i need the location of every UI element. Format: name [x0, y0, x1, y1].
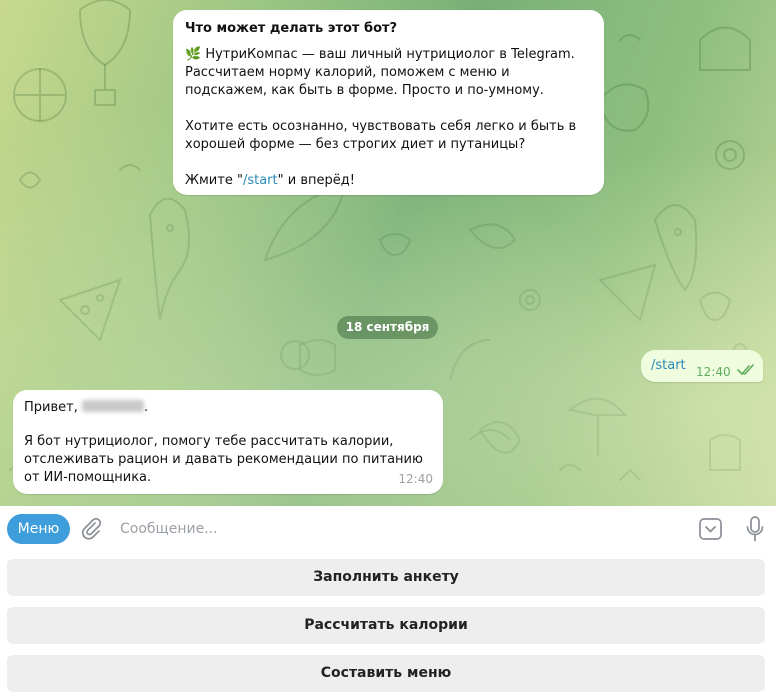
incoming-message-time: 12:40 [398, 472, 433, 486]
chat-history[interactable]: Что может делать этот бот? 🌿 НутриКомпас… [0, 0, 776, 506]
calculate-calories-button[interactable]: Рассчитать калории [7, 607, 765, 644]
keyboard-toggle-icon[interactable] [698, 517, 723, 541]
outgoing-message-text[interactable]: /start [651, 358, 686, 373]
microphone-icon[interactable] [745, 515, 765, 543]
make-menu-button[interactable]: Составить меню [7, 655, 765, 692]
bot-description-intro-text: НутриКомпас — ваш личный нутрициолог в T… [185, 47, 575, 98]
greeting-text: Привет, [24, 400, 82, 415]
incoming-message-text: Я бот нутрициолог, помогу тебе рассчитат… [24, 434, 423, 485]
bot-description-intro: 🌿 НутриКомпас — ваш личный нутрициолог в… [185, 46, 592, 100]
greeting-end: . [143, 400, 149, 415]
telegram-chat-window: Что может делать этот бот? 🌿 НутриКомпас… [0, 0, 776, 697]
outgoing-message[interactable]: /start 12:40 [641, 350, 763, 382]
reply-keyboard: Заполнить анкету Рассчитать калории Сост… [0, 552, 776, 697]
fill-questionnaire-button[interactable]: Заполнить анкету [7, 559, 765, 596]
bot-description-cta: Жмите "/start" и вперёд! [185, 172, 592, 190]
double-check-icon [737, 364, 754, 375]
message-input[interactable] [114, 516, 686, 542]
cta-suffix: " и вперёд! [277, 173, 355, 188]
bot-description-paragraph: Хотите есть осознанно, чувствовать себя … [185, 119, 577, 152]
start-command-link[interactable]: /start [243, 173, 278, 188]
incoming-greeting: Привет, . [24, 399, 432, 417]
date-separator: 18 сентября [337, 316, 438, 339]
paperclip-icon[interactable] [80, 517, 104, 541]
outgoing-message-time: 12:40 [696, 365, 731, 379]
bot-description-card: Что может делать этот бот? 🌿 НутриКомпас… [173, 10, 604, 195]
leaf-icon: 🌿 [185, 47, 202, 62]
cta-prefix: Жмите " [185, 173, 243, 188]
blurred-user-name [81, 400, 144, 412]
incoming-message[interactable]: Привет, . Я бот нутрициолог, помогу тебе… [13, 390, 443, 494]
bot-description-title: Что может делать этот бот? [185, 21, 398, 36]
message-composer: Меню [0, 506, 776, 552]
menu-button[interactable]: Меню [7, 514, 70, 544]
